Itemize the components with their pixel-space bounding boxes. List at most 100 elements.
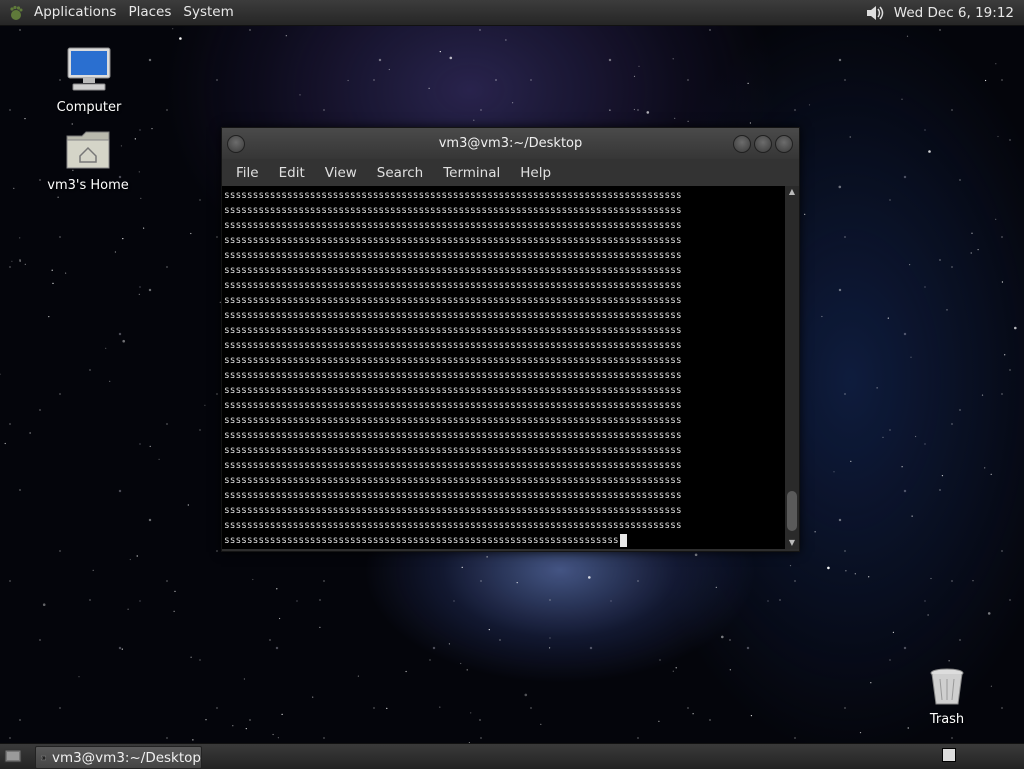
menu-search[interactable]: Search bbox=[367, 165, 433, 181]
star bbox=[549, 647, 551, 649]
star bbox=[29, 432, 31, 434]
star bbox=[995, 218, 997, 220]
terminal-output[interactable]: ssssssssssssssssssssssssssssssssssssssss… bbox=[222, 186, 785, 549]
star bbox=[808, 104, 811, 106]
star bbox=[448, 643, 450, 645]
star bbox=[486, 556, 488, 558]
star bbox=[995, 63, 997, 65]
menu-applications[interactable]: Applications bbox=[28, 0, 122, 25]
star bbox=[158, 458, 160, 460]
trash-icon bbox=[930, 668, 964, 705]
star bbox=[232, 725, 234, 727]
star bbox=[838, 185, 842, 189]
star bbox=[687, 120, 689, 122]
star bbox=[985, 79, 987, 82]
star bbox=[911, 515, 913, 517]
window-menu-button[interactable] bbox=[227, 135, 245, 153]
taskbar-terminal-label: vm3@vm3:~/Desktop bbox=[51, 749, 201, 766]
star bbox=[299, 94, 301, 96]
star bbox=[827, 566, 830, 570]
show-desktop-icon[interactable] bbox=[4, 747, 22, 765]
menu-edit[interactable]: Edit bbox=[269, 165, 315, 181]
menu-file[interactable]: File bbox=[226, 165, 269, 181]
star bbox=[122, 339, 125, 343]
taskbar-terminal-button[interactable]: vm3@vm3:~/Desktop bbox=[35, 746, 202, 769]
star bbox=[694, 553, 698, 557]
star bbox=[143, 227, 145, 229]
star bbox=[633, 75, 636, 77]
star bbox=[388, 68, 390, 71]
star bbox=[439, 706, 441, 708]
close-button[interactable] bbox=[775, 135, 793, 153]
terminal-scrollbar[interactable]: ▲ ▼ bbox=[785, 186, 799, 549]
star bbox=[243, 678, 245, 680]
menu-terminal[interactable]: Terminal bbox=[433, 165, 510, 181]
scroll-down-arrow-icon[interactable]: ▼ bbox=[787, 539, 797, 547]
star bbox=[319, 626, 321, 629]
star bbox=[715, 586, 717, 589]
star bbox=[24, 118, 26, 120]
star bbox=[887, 317, 889, 319]
star bbox=[927, 614, 929, 616]
star bbox=[1004, 354, 1006, 356]
clock[interactable]: Wed Dec 6, 19:12 bbox=[894, 5, 1024, 21]
star bbox=[127, 608, 129, 610]
terminal-titlebar[interactable]: vm3@vm3:~/Desktop bbox=[222, 128, 799, 159]
star bbox=[977, 249, 979, 251]
star bbox=[460, 662, 462, 665]
terminal-last-line: ssssssssssssssssssssssssssssssssssssssss… bbox=[224, 535, 619, 546]
star bbox=[749, 122, 752, 124]
terminal-cursor bbox=[619, 534, 627, 547]
star bbox=[129, 558, 131, 561]
star bbox=[609, 109, 611, 111]
star bbox=[357, 675, 359, 677]
star bbox=[948, 660, 950, 662]
star bbox=[42, 603, 46, 606]
star bbox=[205, 719, 207, 721]
star bbox=[495, 79, 497, 81]
star bbox=[821, 315, 823, 318]
star bbox=[276, 588, 278, 590]
desktop-icon-home[interactable]: vm3's Home bbox=[43, 128, 133, 193]
minimize-button[interactable] bbox=[733, 135, 751, 153]
terminal-menubar: File Edit View Search Terminal Help bbox=[222, 159, 799, 186]
star bbox=[187, 504, 189, 506]
star bbox=[245, 728, 247, 730]
star bbox=[646, 111, 650, 114]
star bbox=[121, 648, 123, 650]
star bbox=[48, 316, 50, 318]
menu-places[interactable]: Places bbox=[122, 0, 177, 25]
star bbox=[511, 102, 514, 104]
speaker-icon[interactable] bbox=[864, 3, 886, 23]
star bbox=[987, 612, 991, 615]
star bbox=[173, 610, 175, 612]
scroll-up-arrow-icon[interactable]: ▲ bbox=[787, 188, 797, 196]
star bbox=[151, 128, 153, 130]
star bbox=[906, 35, 909, 37]
star bbox=[149, 445, 151, 447]
desktop-icon-trash[interactable]: Trash bbox=[902, 666, 992, 727]
star bbox=[172, 28, 174, 30]
menu-view[interactable]: View bbox=[315, 165, 367, 181]
star bbox=[114, 251, 116, 253]
star bbox=[136, 555, 138, 557]
star bbox=[870, 682, 872, 684]
star bbox=[981, 394, 984, 396]
menu-system[interactable]: System bbox=[177, 0, 239, 25]
star bbox=[24, 263, 26, 265]
desktop-icon-computer[interactable]: Computer bbox=[44, 46, 134, 115]
workspace-switcher[interactable] bbox=[942, 748, 956, 762]
star bbox=[109, 380, 111, 382]
star bbox=[439, 51, 441, 53]
trash-label: Trash bbox=[929, 712, 965, 727]
star bbox=[105, 347, 107, 349]
gnome-foot-icon[interactable] bbox=[8, 5, 24, 21]
star bbox=[549, 637, 551, 639]
scroll-thumb[interactable] bbox=[787, 491, 797, 531]
star bbox=[876, 387, 878, 389]
maximize-button[interactable] bbox=[754, 135, 772, 153]
terminal-window[interactable]: vm3@vm3:~/Desktop File Edit View Search … bbox=[221, 127, 800, 552]
star bbox=[138, 293, 140, 295]
menu-help[interactable]: Help bbox=[510, 165, 561, 181]
star bbox=[971, 232, 973, 234]
